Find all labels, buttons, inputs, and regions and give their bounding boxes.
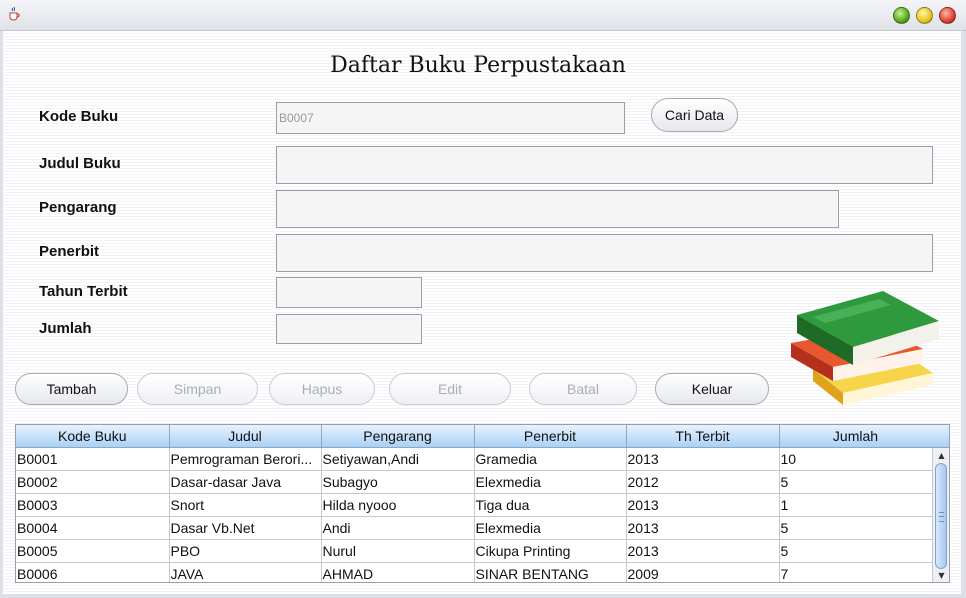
hapus-button[interactable]: Hapus xyxy=(269,373,375,405)
cari-data-button[interactable]: Cari Data xyxy=(651,98,738,132)
table-cell[interactable]: B0004 xyxy=(16,516,170,540)
scroll-down-arrow-icon[interactable]: ▼ xyxy=(933,568,949,582)
grip-icon xyxy=(939,512,944,522)
table-cell[interactable]: B0002 xyxy=(16,470,170,494)
table-cell[interactable]: Hilda nyooo xyxy=(321,493,475,517)
app-window: Daftar Buku Perpustakaan Kode Buku B0007… xyxy=(0,0,966,598)
edit-button[interactable]: Edit xyxy=(389,373,511,405)
form-title: Daftar Buku Perpustakaan xyxy=(330,53,626,78)
label-jumlah: Jumlah xyxy=(39,320,92,337)
simpan-button[interactable]: Simpan xyxy=(137,373,258,405)
tahun-terbit-input[interactable] xyxy=(276,277,422,308)
table-cell[interactable]: Pemrograman Berori... xyxy=(169,447,322,471)
table-cell[interactable]: Dasar-dasar Java xyxy=(169,470,322,494)
table-cell[interactable]: Elexmedia xyxy=(474,516,627,540)
table-cell[interactable]: B0005 xyxy=(16,539,170,563)
kode-buku-input[interactable]: B0007 xyxy=(276,102,625,134)
jumlah-input[interactable] xyxy=(276,314,422,344)
column-header-jumlah[interactable]: Jumlah xyxy=(779,425,933,448)
form-panel: Daftar Buku Perpustakaan Kode Buku B0007… xyxy=(3,31,961,594)
table-cell[interactable]: 7 xyxy=(779,562,933,582)
table-cell[interactable]: 2013 xyxy=(626,539,780,563)
label-penerbit: Penerbit xyxy=(39,243,100,260)
table-header-corner xyxy=(932,425,949,448)
scroll-up-arrow-icon[interactable]: ▲ xyxy=(933,448,949,462)
column-header-pengarang[interactable]: Pengarang xyxy=(321,425,475,448)
table-cell[interactable]: 5 xyxy=(779,516,933,540)
table-cell[interactable]: 2009 xyxy=(626,562,780,582)
table-cell[interactable]: B0006 xyxy=(16,562,170,582)
pengarang-input[interactable] xyxy=(276,190,839,228)
table-cell[interactable]: Setiyawan,Andi xyxy=(321,447,475,471)
table-cell[interactable]: 2013 xyxy=(626,493,780,517)
scrollbar-thumb[interactable] xyxy=(935,463,947,569)
table-row[interactable]: B0003 Snort Hilda nyooo Tiga dua 2013 1 xyxy=(16,493,933,517)
label-tahun-terbit: Tahun Terbit xyxy=(39,283,128,300)
table-cell[interactable]: Nurul xyxy=(321,539,475,563)
table-row[interactable]: B0002 Dasar-dasar Java Subagyo Elexmedia… xyxy=(16,470,933,494)
table-row[interactable]: B0006 JAVA AHMAD SINAR BENTANG 2009 7 xyxy=(16,562,933,582)
java-cup-icon[interactable] xyxy=(6,6,22,22)
table-cell[interactable]: 10 xyxy=(779,447,933,471)
table-cell[interactable]: AHMAD xyxy=(321,562,475,582)
label-kode-buku: Kode Buku xyxy=(39,108,119,125)
data-grid: Kode Buku Judul Pengarang Penerbit Th Te… xyxy=(16,425,933,582)
label-judul-buku: Judul Buku xyxy=(39,155,121,172)
table-cell[interactable]: 2012 xyxy=(626,470,780,494)
table-row[interactable]: B0005 PBO Nurul Cikupa Printing 2013 5 xyxy=(16,539,933,563)
batal-button[interactable]: Batal xyxy=(529,373,637,405)
penerbit-input[interactable] xyxy=(276,234,933,272)
table-cell[interactable]: 2013 xyxy=(626,447,780,471)
minimize-button[interactable] xyxy=(893,7,910,24)
title-bar[interactable] xyxy=(0,0,966,31)
judul-buku-input[interactable] xyxy=(276,146,933,184)
vertical-scrollbar[interactable]: ▲ ▼ xyxy=(932,448,949,582)
table-row[interactable]: B0001 Pemrograman Berori... Setiyawan,An… xyxy=(16,447,933,471)
table-cell[interactable]: SINAR BENTANG xyxy=(474,562,627,582)
tambah-button[interactable]: Tambah xyxy=(15,373,128,405)
column-header-kode-buku[interactable]: Kode Buku xyxy=(16,425,170,448)
table-cell[interactable]: Tiga dua xyxy=(474,493,627,517)
table-cell[interactable]: 1 xyxy=(779,493,933,517)
table-row[interactable]: B0004 Dasar Vb.Net Andi Elexmedia 2013 5 xyxy=(16,516,933,540)
table-cell[interactable]: Elexmedia xyxy=(474,470,627,494)
table-cell[interactable]: Subagyo xyxy=(321,470,475,494)
book-table: Kode Buku Judul Pengarang Penerbit Th Te… xyxy=(15,424,950,583)
column-header-penerbit[interactable]: Penerbit xyxy=(474,425,627,448)
table-cell[interactable]: JAVA xyxy=(169,562,322,582)
column-header-judul[interactable]: Judul xyxy=(169,425,322,448)
table-cell[interactable]: 5 xyxy=(779,470,933,494)
table-cell[interactable]: Cikupa Printing xyxy=(474,539,627,563)
table-cell[interactable]: Snort xyxy=(169,493,322,517)
table-cell[interactable]: 2013 xyxy=(626,516,780,540)
column-header-th-terbit[interactable]: Th Terbit xyxy=(626,425,780,448)
table-cell[interactable]: Gramedia xyxy=(474,447,627,471)
table-cell[interactable]: Andi xyxy=(321,516,475,540)
keluar-button[interactable]: Keluar xyxy=(655,373,769,405)
label-pengarang: Pengarang xyxy=(39,199,117,216)
table-cell[interactable]: 5 xyxy=(779,539,933,563)
close-button[interactable] xyxy=(939,7,956,24)
table-cell[interactable]: B0003 xyxy=(16,493,170,517)
table-cell[interactable]: PBO xyxy=(169,539,322,563)
table-cell[interactable]: B0001 xyxy=(16,447,170,471)
table-header-row: Kode Buku Judul Pengarang Penerbit Th Te… xyxy=(16,425,933,448)
books-icon xyxy=(791,291,939,405)
table-cell[interactable]: Dasar Vb.Net xyxy=(169,516,322,540)
maximize-button[interactable] xyxy=(916,7,933,24)
